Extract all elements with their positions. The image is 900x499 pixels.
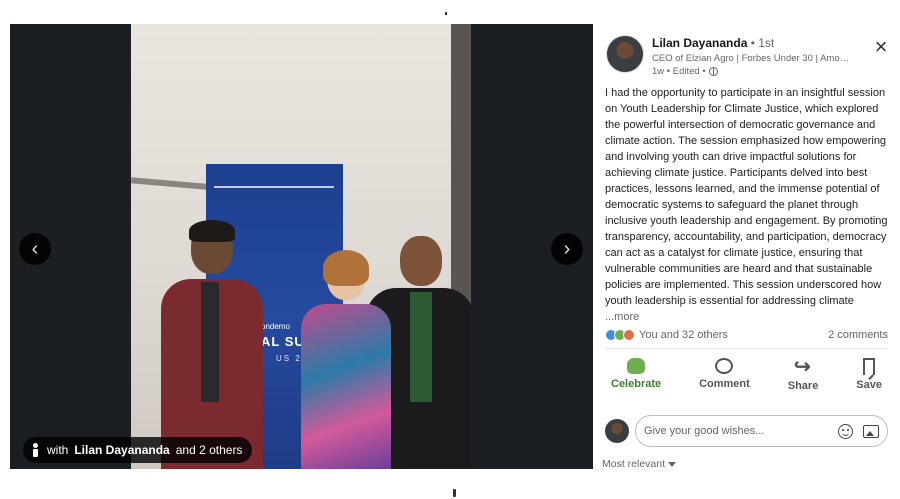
previous-image-button[interactable]: ‹	[19, 233, 51, 265]
author-name-row: Lilan Dayananda • 1st	[652, 36, 774, 50]
banner-logos	[214, 186, 334, 194]
connection-degree: • 1st	[750, 36, 775, 50]
social-counts: You and 32 others 2 comments	[605, 326, 888, 344]
divider	[605, 348, 888, 349]
post-meta: 1w • Edited •	[652, 66, 718, 77]
chevron-right-icon: ›	[563, 237, 571, 260]
sort-label: Most relevant	[602, 458, 666, 470]
celebrate-button[interactable]: Celebrate	[605, 356, 667, 400]
banner-text-3: US 2	[276, 354, 302, 363]
share-button[interactable]: Share	[782, 354, 825, 400]
celebrate-label: Celebrate	[611, 378, 662, 390]
tag-suffix: and 2 others	[175, 443, 243, 457]
photo-person-left	[156, 220, 266, 469]
comment-label: Comment	[699, 378, 750, 390]
comment-composer: Give your good wishes...	[605, 414, 888, 448]
reactions-summary[interactable]: You and 32 others	[605, 329, 728, 341]
save-label: Save	[856, 379, 882, 391]
share-icon	[793, 354, 813, 379]
reaction-icons	[605, 329, 635, 341]
comment-icon	[715, 358, 734, 374]
photo-person-center	[301, 250, 391, 469]
post-text: I had the opportunity to participate in …	[605, 87, 888, 307]
post-details-panel: Lilan Dayananda • 1st CEO of Elzian Agro…	[598, 24, 893, 474]
close-button[interactable]: ×	[872, 36, 890, 58]
media-viewer: ondemo AL SUM US 2 ‹ › with Lilan Dayana…	[10, 24, 593, 469]
author-name[interactable]: Lilan Dayananda	[652, 36, 747, 50]
bookmark-icon	[863, 358, 876, 375]
people-tag-pill[interactable]: with Lilan Dayananda and 2 others	[23, 437, 253, 463]
love-reaction-icon	[623, 329, 635, 341]
image-icon[interactable]	[863, 424, 879, 438]
tag-name: Lilan Dayananda	[74, 443, 170, 457]
reactions-count: You and 32 others	[639, 329, 728, 341]
user-avatar	[605, 419, 629, 443]
person-icon	[31, 443, 41, 457]
action-bar: Celebrate Comment Share Save	[605, 354, 888, 400]
post-body: I had the opportunity to participate in …	[605, 85, 888, 325]
post-time: 1w • Edited •	[652, 66, 706, 77]
caret-down-icon	[668, 461, 677, 467]
stray-mark	[445, 12, 447, 15]
chevron-left-icon: ‹	[31, 237, 39, 260]
author-headline: CEO of Elzian Agro | Forbes Under 30 | A…	[652, 53, 852, 64]
author-avatar[interactable]	[606, 35, 644, 73]
globe-icon	[708, 67, 718, 76]
celebrate-icon	[627, 358, 646, 374]
comment-sort-dropdown[interactable]: Most relevant	[602, 458, 677, 470]
share-label: Share	[787, 380, 819, 392]
next-image-button[interactable]: ›	[551, 233, 583, 265]
post-photo[interactable]: ondemo AL SUM US 2	[131, 24, 471, 469]
emoji-icon[interactable]	[838, 423, 853, 439]
comment-input[interactable]: Give your good wishes...	[635, 415, 888, 447]
comment-button[interactable]: Comment	[693, 356, 756, 400]
see-more-link[interactable]: ...more	[605, 311, 639, 323]
save-button[interactable]: Save	[850, 356, 888, 400]
stray-mark-bottom	[453, 489, 456, 497]
tag-prefix: with	[47, 443, 69, 457]
post-modal: ondemo AL SUM US 2 ‹ › with Lilan Dayana…	[0, 0, 900, 499]
comment-placeholder: Give your good wishes...	[644, 425, 765, 437]
comments-count[interactable]: 2 comments	[828, 329, 888, 341]
